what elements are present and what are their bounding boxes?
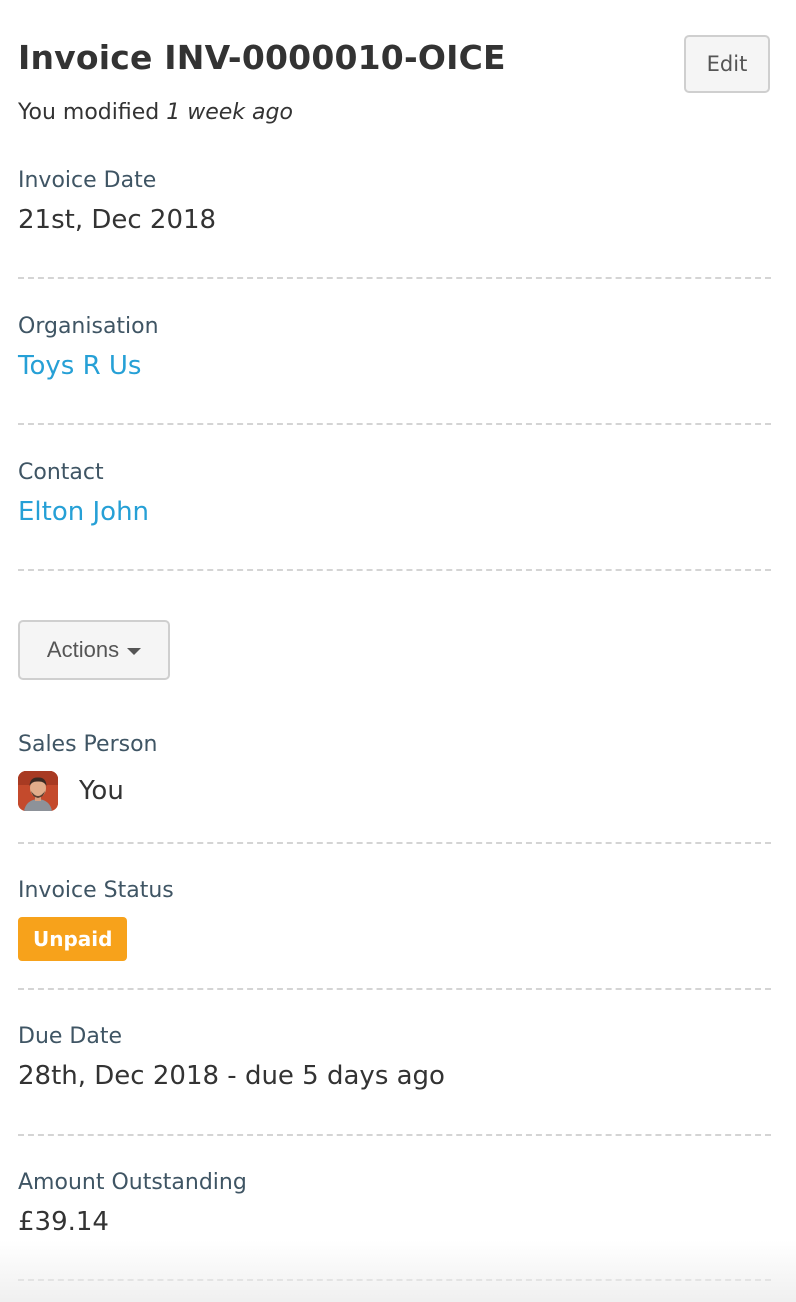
due-date-value: 28th, Dec 2018 - due 5 days ago [18, 1061, 445, 1091]
modified-info: You modified 1 week ago [18, 100, 293, 125]
actions-label: Actions [46, 637, 120, 662]
amount-outstanding-field: Amount Outstanding £39.14 [18, 1170, 771, 1237]
invoice-date-label: Invoice Date [18, 168, 157, 193]
due-date-field: Due Date 28th, Dec 2018 - due 5 days ago [18, 1024, 771, 1091]
sales-person-label: Sales Person [18, 732, 158, 757]
user-avatar-icon [18, 771, 58, 811]
organisation-link[interactable]: Toys R Us [18, 351, 771, 381]
modified-prefix: You modified [18, 100, 160, 125]
divider [18, 1279, 771, 1281]
divider [18, 569, 771, 571]
divider [18, 1134, 771, 1136]
page-title: Invoice INV-0000010-OICE [18, 38, 506, 77]
divider [18, 842, 771, 844]
divider [18, 988, 771, 990]
invoice-detail-page: Invoice INV-0000010-OICE Edit You modifi… [0, 0, 796, 1302]
invoice-date-field: Invoice Date 21st, Dec 2018 [18, 168, 771, 235]
invoice-date-value: 21st, Dec 2018 [18, 205, 217, 235]
caret-down-icon [127, 648, 142, 655]
bottom-fade [0, 1240, 796, 1302]
due-date-label: Due Date [18, 1024, 122, 1049]
actions-dropdown-button[interactable]: Actions [18, 620, 170, 680]
divider [18, 423, 771, 425]
organisation-label: Organisation [18, 314, 159, 339]
amount-outstanding-value: £39.14 [18, 1207, 109, 1237]
organisation-field: Organisation Toys R Us [18, 314, 771, 381]
amount-outstanding-label: Amount Outstanding [18, 1170, 247, 1195]
invoice-status-field: Invoice Status Unpaid [18, 878, 771, 961]
modified-time: 1 week ago [166, 100, 293, 125]
contact-link[interactable]: Elton John [18, 497, 771, 527]
sales-person-row: You [18, 771, 771, 811]
avatar [18, 771, 58, 811]
sales-person-name: You [79, 776, 124, 806]
edit-button[interactable]: Edit [684, 35, 770, 93]
divider [18, 277, 771, 279]
status-badge: Unpaid [18, 917, 128, 961]
contact-label: Contact [18, 460, 104, 485]
invoice-status-label: Invoice Status [18, 878, 174, 903]
sales-person-field: Sales Person You [18, 732, 771, 811]
contact-field: Contact Elton John [18, 460, 771, 527]
